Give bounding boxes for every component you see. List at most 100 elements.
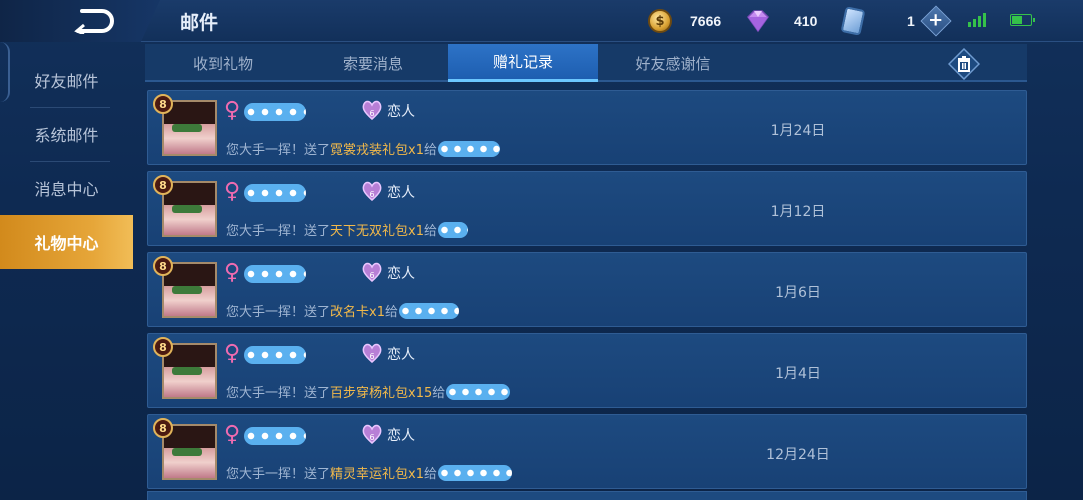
record-date: 1月12日 bbox=[770, 204, 826, 220]
message-text: 您大手一挥！送了 bbox=[226, 224, 331, 239]
record-date: 1月6日 bbox=[775, 285, 821, 301]
level-badge: 8 bbox=[153, 175, 173, 195]
delete-button[interactable] bbox=[947, 47, 981, 81]
record-message: 您大手一挥！送了 百步穿杨礼包x15 给 bbox=[226, 382, 511, 401]
plus-icon: + bbox=[928, 10, 944, 31]
coupon-icon bbox=[840, 6, 866, 36]
record-message: 您大手一挥！送了 精灵幸运礼包x1 给 bbox=[226, 463, 512, 482]
redacted-name bbox=[244, 265, 306, 283]
relation-level: 6 bbox=[369, 352, 374, 361]
tab-label: 好友感谢信 bbox=[635, 54, 711, 73]
heart-icon: 6 bbox=[362, 100, 382, 120]
gift-name: 百步穿杨礼包x15 bbox=[330, 386, 433, 401]
redacted-name bbox=[244, 346, 306, 364]
gift-record-row[interactable]: 8 ♀ 6 恋人 1月6日 您大手一挥！送了 改名卡x1 给 bbox=[147, 252, 1027, 327]
relation-label: 恋人 bbox=[387, 347, 415, 363]
page-title: 邮件 bbox=[180, 12, 219, 34]
coupon-counter: 1 + bbox=[840, 5, 952, 37]
gift-record-row-partial bbox=[147, 491, 1027, 500]
gift-name: 精灵幸运礼包x1 bbox=[330, 467, 424, 482]
record-date: 1月4日 bbox=[775, 366, 821, 382]
sidebar-item-label: 好友邮件 bbox=[34, 72, 99, 91]
diamond-icon bbox=[747, 10, 769, 33]
redacted-name bbox=[244, 184, 306, 202]
record-message: 您大手一挥！送了 改名卡x1 给 bbox=[226, 301, 459, 320]
tab-label: 赠礼记录 bbox=[492, 53, 553, 71]
level-badge: 8 bbox=[153, 337, 173, 357]
coin-counter: $ 7666 bbox=[648, 7, 721, 35]
sidebar-item-label: 礼物中心 bbox=[34, 234, 99, 253]
redacted-recipient bbox=[399, 302, 459, 319]
message-text: 您大手一挥！送了 bbox=[226, 143, 331, 158]
redacted-recipient bbox=[446, 383, 511, 400]
tab-label: 索要消息 bbox=[342, 54, 403, 73]
heart-icon: 6 bbox=[362, 181, 382, 201]
relation-level: 6 bbox=[369, 433, 374, 442]
sidebar-item-friend-mail[interactable]: 好友邮件 bbox=[0, 53, 133, 107]
gift-record-row[interactable]: 8 ♀ 6 恋人 1月24日 您大手一挥！送了 霓裳戎装礼包x1 给 bbox=[147, 90, 1027, 165]
gift-record-row[interactable]: 8 ♀ 6 恋人 1月12日 您大手一挥！送了 天下无双礼包x1 给 bbox=[147, 171, 1027, 246]
signal-icon bbox=[968, 13, 986, 27]
battery-icon bbox=[1010, 14, 1035, 26]
heart-icon: 6 bbox=[362, 424, 382, 444]
relation-level: 6 bbox=[369, 109, 374, 118]
coupon-value: 1 bbox=[907, 13, 915, 29]
message-text: 给 bbox=[423, 467, 437, 482]
message-text: 给 bbox=[384, 305, 398, 320]
message-text: 您大手一挥！送了 bbox=[226, 386, 331, 401]
record-date: 1月24日 bbox=[770, 123, 826, 139]
gem-counter: 410 bbox=[744, 7, 817, 35]
coin-icon: $ bbox=[648, 9, 672, 33]
female-icon: ♀ bbox=[224, 260, 241, 285]
trash-icon bbox=[947, 47, 981, 81]
relation-label: 恋人 bbox=[387, 104, 415, 120]
level-badge: 8 bbox=[153, 418, 173, 438]
top-bar: 邮件 $ 7666 410 1 + bbox=[0, 0, 1083, 42]
message-text: 给 bbox=[423, 143, 437, 158]
tab-thank-you-letters[interactable]: 好友感谢信 bbox=[598, 44, 748, 82]
relation-level: 6 bbox=[369, 190, 374, 199]
redacted-name bbox=[244, 427, 306, 445]
gift-record-row[interactable]: 8 ♀ 6 恋人 12月24日 您大手一挥！送了 精灵幸运礼包x1 给 bbox=[147, 414, 1027, 489]
sidebar-item-label: 系统邮件 bbox=[34, 126, 99, 145]
sidebar-item-system-mail[interactable]: 系统邮件 bbox=[0, 107, 133, 161]
gift-record-row[interactable]: 8 ♀ 6 恋人 1月4日 您大手一挥！送了 百步穿杨礼包x15 给 bbox=[147, 333, 1027, 408]
coin-value: 7666 bbox=[690, 13, 722, 29]
message-text: 给 bbox=[423, 224, 437, 239]
gem-value: 410 bbox=[794, 13, 818, 29]
redacted-name bbox=[244, 103, 306, 121]
sidebar: 好友邮件 系统邮件 消息中心 礼物中心 bbox=[0, 42, 133, 500]
tab-label: 收到礼物 bbox=[192, 54, 253, 73]
tab-bar: 收到礼物 索要消息 赠礼记录 好友感谢信 bbox=[145, 44, 1027, 82]
sidebar-item-label: 消息中心 bbox=[34, 180, 99, 199]
level-badge: 8 bbox=[153, 256, 173, 276]
message-text: 给 bbox=[432, 386, 446, 401]
female-icon: ♀ bbox=[224, 422, 241, 447]
tab-request-messages[interactable]: 索要消息 bbox=[298, 44, 448, 82]
female-icon: ♀ bbox=[224, 98, 241, 123]
redacted-recipient bbox=[438, 140, 500, 157]
gift-name: 霓裳戎装礼包x1 bbox=[330, 143, 424, 158]
female-icon: ♀ bbox=[224, 341, 241, 366]
redacted-recipient bbox=[438, 464, 512, 481]
tab-received-gifts[interactable]: 收到礼物 bbox=[148, 44, 298, 82]
gift-name: 天下无双礼包x1 bbox=[330, 224, 424, 239]
relation-level: 6 bbox=[369, 271, 374, 280]
tab-gift-records[interactable]: 赠礼记录 bbox=[448, 44, 598, 82]
record-message: 您大手一挥！送了 霓裳戎装礼包x1 给 bbox=[226, 139, 500, 158]
level-badge: 8 bbox=[153, 94, 173, 114]
record-date: 12月24日 bbox=[766, 447, 830, 463]
heart-icon: 6 bbox=[362, 262, 382, 282]
record-message: 您大手一挥！送了 天下无双礼包x1 给 bbox=[226, 220, 468, 239]
back-button[interactable] bbox=[0, 0, 160, 42]
sidebar-item-gift-center[interactable]: 礼物中心 bbox=[0, 215, 133, 269]
gift-name: 改名卡x1 bbox=[330, 305, 385, 320]
heart-icon: 6 bbox=[362, 343, 382, 363]
redacted-recipient bbox=[438, 221, 468, 238]
relation-label: 恋人 bbox=[387, 266, 415, 282]
add-coupon-button[interactable]: + bbox=[920, 5, 952, 37]
relation-label: 恋人 bbox=[387, 428, 415, 444]
message-text: 您大手一挥！送了 bbox=[226, 467, 331, 482]
female-icon: ♀ bbox=[224, 179, 241, 204]
sidebar-item-message-center[interactable]: 消息中心 bbox=[0, 161, 133, 215]
